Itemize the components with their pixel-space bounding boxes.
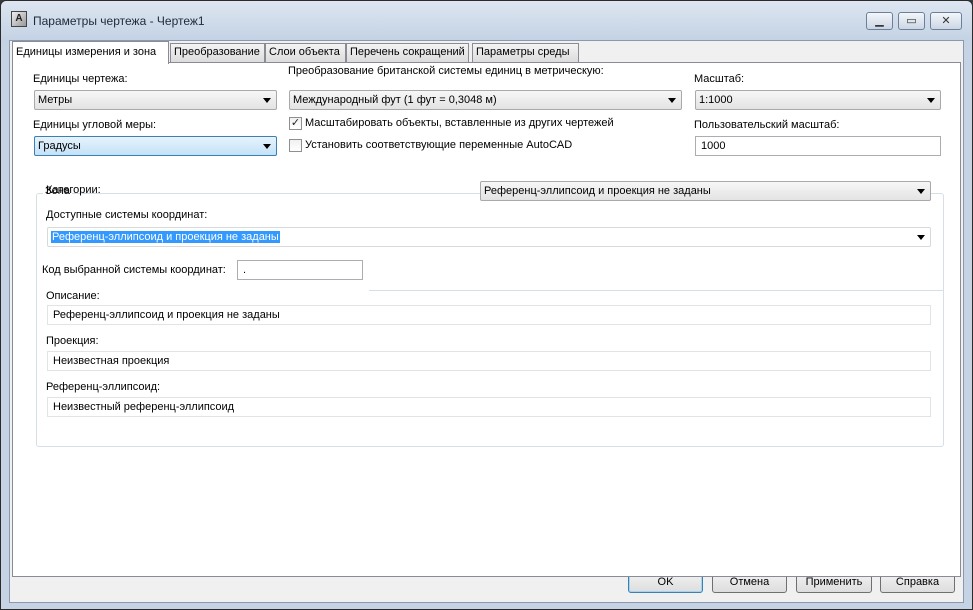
autocad-icon: A — [11, 11, 27, 27]
ellipsoid-label: Референц-эллипсоид: — [46, 381, 161, 393]
minimize-icon: ▁ — [875, 15, 884, 27]
imperial-conversion-value: Международный фут (1 фут = 0,3048 м) — [293, 94, 497, 106]
available-cs-select[interactable]: Референц-эллипсоид и проекция не заданы — [47, 227, 931, 247]
chevron-down-icon — [263, 98, 271, 103]
drawing-units-value: Метры — [38, 94, 73, 106]
window-title: Параметры чертежа - Чертеж1 — [33, 14, 205, 28]
scale-objects-checkbox[interactable]: ✓ — [289, 117, 302, 130]
tab-environment[interactable]: Параметры среды — [472, 43, 579, 62]
scale-label: Масштаб: — [694, 73, 745, 85]
imperial-conversion-select[interactable]: Международный фут (1 фут = 0,3048 м) — [289, 90, 682, 110]
categories-select[interactable]: Референц-эллипсоид и проекция не заданы — [480, 181, 931, 201]
close-icon: ✕ — [941, 15, 951, 27]
angular-units-label: Единицы угловой меры: — [33, 119, 157, 131]
set-autocad-vars-checkbox[interactable] — [289, 139, 302, 152]
angular-units-select[interactable]: Градусы — [34, 136, 277, 156]
available-cs-value: Референц-эллипсоид и проекция не заданы — [51, 231, 280, 243]
chevron-down-icon — [668, 98, 676, 103]
cs-code-label: Код выбранной системы координат: — [42, 264, 226, 276]
tab-abbreviations[interactable]: Перечень сокращений — [346, 43, 469, 62]
custom-scale-input[interactable]: 1000 — [695, 136, 941, 156]
scale-select[interactable]: 1:1000 — [695, 90, 941, 110]
categories-label: Категории: — [46, 184, 101, 196]
chevron-down-icon — [917, 189, 925, 194]
minimize-button[interactable]: ▁ — [866, 12, 893, 30]
projection-field: Неизвестная проекция — [47, 351, 931, 371]
zone-divider — [369, 290, 944, 291]
ellipsoid-field: Неизвестный референц-эллипсоид — [47, 397, 931, 417]
custom-scale-label: Пользовательский масштаб: — [694, 119, 840, 131]
tab-panel-units-zone: Единицы чертежа: Метры Единицы угловой м… — [12, 62, 961, 577]
categories-value: Референц-эллипсоид и проекция не заданы — [484, 185, 711, 197]
description-label: Описание: — [46, 290, 100, 302]
chevron-down-icon — [927, 98, 935, 103]
scale-value: 1:1000 — [699, 94, 733, 106]
tab-transformation[interactable]: Преобразование — [170, 43, 265, 62]
title-bar[interactable]: A Параметры чертежа - Чертеж1 ▁ ▭ ✕ — [1, 1, 972, 41]
tab-units-and-zone[interactable]: Единицы измерения и зона — [12, 41, 169, 64]
chevron-down-icon — [263, 144, 271, 149]
tab-object-layers[interactable]: Слои объекта — [265, 43, 346, 62]
drawing-units-select[interactable]: Метры — [34, 90, 277, 110]
angular-units-value: Градусы — [38, 140, 81, 152]
cs-code-input[interactable]: . — [237, 260, 363, 280]
drawing-settings-window: A Параметры чертежа - Чертеж1 ▁ ▭ ✕ Един… — [0, 0, 973, 610]
available-cs-label: Доступные системы координат: — [46, 209, 208, 221]
close-button[interactable]: ✕ — [930, 12, 962, 30]
imperial-conversion-label: Преобразование британской системы единиц… — [288, 65, 604, 77]
dialog-client: Единицы измерения и зона Преобразование … — [9, 40, 964, 603]
chevron-down-icon — [917, 235, 925, 240]
maximize-icon: ▭ — [906, 15, 917, 27]
checkmark-icon: ✓ — [290, 117, 301, 129]
maximize-button[interactable]: ▭ — [898, 12, 925, 30]
drawing-units-label: Единицы чертежа: — [33, 73, 128, 85]
projection-label: Проекция: — [46, 335, 99, 347]
description-field: Референц-эллипсоид и проекция не заданы — [47, 305, 931, 325]
scale-objects-label: Масштабировать объекты, вставленные из д… — [305, 117, 614, 129]
set-autocad-vars-label: Установить соответствующие переменные Au… — [305, 139, 573, 151]
